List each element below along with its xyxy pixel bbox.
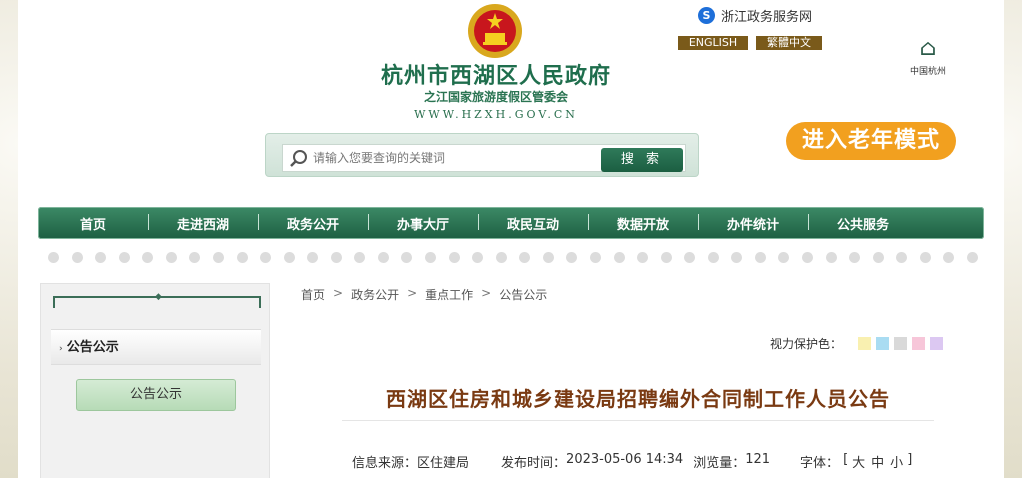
site-url: WWW.HZXH.GOV.CN bbox=[414, 108, 578, 121]
font-large-button[interactable]: 大 bbox=[852, 452, 865, 471]
nav-item-interaction[interactable]: 政民互动 bbox=[478, 213, 588, 233]
search-box: 搜 索 bbox=[282, 144, 686, 172]
site-subtitle: 之江国家旅游度假区管委会 bbox=[423, 90, 568, 104]
nav-item-gov-affairs[interactable]: 政务公开 bbox=[258, 213, 368, 233]
search-icon bbox=[290, 150, 307, 167]
date-label: 发布时间： bbox=[501, 456, 567, 471]
eye-protect-label: 视力保护色： bbox=[770, 337, 843, 351]
hangzhou-logo: ⌂ 中国杭州 bbox=[898, 36, 958, 86]
font-small-button[interactable]: 小 bbox=[890, 452, 903, 471]
nav-item-open-data[interactable]: 数据开放 bbox=[588, 213, 698, 233]
breadcrumb-gov-affairs[interactable]: 政务公开 bbox=[351, 286, 399, 303]
national-emblem-icon bbox=[468, 4, 522, 58]
english-link[interactable]: ENGLISH bbox=[678, 36, 748, 50]
sidebar: ◆ › 公告公示 公告公示 bbox=[40, 283, 270, 478]
nav-item-service-hall[interactable]: 办事大厅 bbox=[368, 213, 478, 233]
zhejiang-service-icon: S bbox=[698, 7, 715, 24]
search-input[interactable] bbox=[313, 145, 593, 171]
swatch-gray[interactable] bbox=[894, 337, 907, 350]
eye-protect-swatches bbox=[858, 337, 943, 350]
nav-item-about-xihu[interactable]: 走进西湖 bbox=[148, 213, 258, 233]
swatch-pink[interactable] bbox=[912, 337, 925, 350]
zhejiang-service-label: 浙江政务服务网 bbox=[721, 10, 813, 25]
search-area: 搜 索 bbox=[265, 133, 699, 177]
date-value: 2023-05-06 14:34 bbox=[566, 452, 684, 467]
zhejiang-service-link[interactable]: S 浙江政务服务网 bbox=[698, 6, 812, 25]
chevron-right-icon: › bbox=[59, 344, 63, 354]
font-medium-button[interactable]: 中 bbox=[871, 452, 884, 471]
font-bracket-open: [ bbox=[843, 452, 849, 467]
hangzhou-logo-icon: ⌂ bbox=[919, 36, 937, 61]
breadcrumb-key-work[interactable]: 重点工作 bbox=[425, 286, 473, 303]
sidebar-ornament: ◆ bbox=[53, 292, 261, 308]
article-title: 西湖区住房和城乡建设局招聘编外合同制工作人员公告 bbox=[342, 383, 934, 421]
sidebar-item-announcements[interactable]: 公告公示 bbox=[76, 379, 236, 411]
font-bracket-close: ] bbox=[907, 452, 913, 467]
swatch-yellow[interactable] bbox=[858, 337, 871, 350]
article-meta: 信息来源： 区住建局 发布时间： 2023-05-06 14:34 浏览量： 1… bbox=[352, 452, 912, 471]
font-label: 字体： bbox=[800, 456, 840, 471]
page-container: 杭州市西湖区人民政府 之江国家旅游度假区管委会 WWW.HZXH.GOV.CN … bbox=[18, 0, 1004, 478]
views-label: 浏览量： bbox=[693, 456, 746, 471]
source-value: 区住建局 bbox=[417, 456, 470, 471]
main-nav: 首页 走进西湖 政务公开 办事大厅 政民互动 数据开放 办件统计 公共服务 bbox=[38, 207, 984, 239]
dot-divider bbox=[48, 252, 978, 264]
sidebar-heading[interactable]: › 公告公示 bbox=[51, 329, 261, 365]
source-label: 信息来源： bbox=[352, 456, 418, 471]
sidebar-heading-label: 公告公示 bbox=[66, 340, 119, 355]
traditional-chinese-link[interactable]: 繁體中文 bbox=[756, 36, 822, 50]
breadcrumb-announcements[interactable]: 公告公示 bbox=[499, 286, 547, 303]
swatch-purple[interactable] bbox=[930, 337, 943, 350]
breadcrumb-home[interactable]: 首页 bbox=[301, 286, 325, 303]
hangzhou-logo-text: 中国杭州 bbox=[909, 67, 946, 77]
nav-item-statistics[interactable]: 办件统计 bbox=[698, 213, 808, 233]
swatch-blue[interactable] bbox=[876, 337, 889, 350]
breadcrumb: 首页 > 政务公开 > 重点工作 > 公告公示 bbox=[301, 286, 548, 303]
nav-item-public-service[interactable]: 公共服务 bbox=[808, 213, 918, 233]
search-button[interactable]: 搜 索 bbox=[601, 148, 683, 172]
elder-mode-button[interactable]: 进入老年模式 bbox=[786, 122, 956, 160]
nav-item-home[interactable]: 首页 bbox=[38, 214, 148, 233]
site-title: 杭州市西湖区人民政府 bbox=[380, 63, 611, 89]
views-value: 121 bbox=[745, 452, 771, 467]
